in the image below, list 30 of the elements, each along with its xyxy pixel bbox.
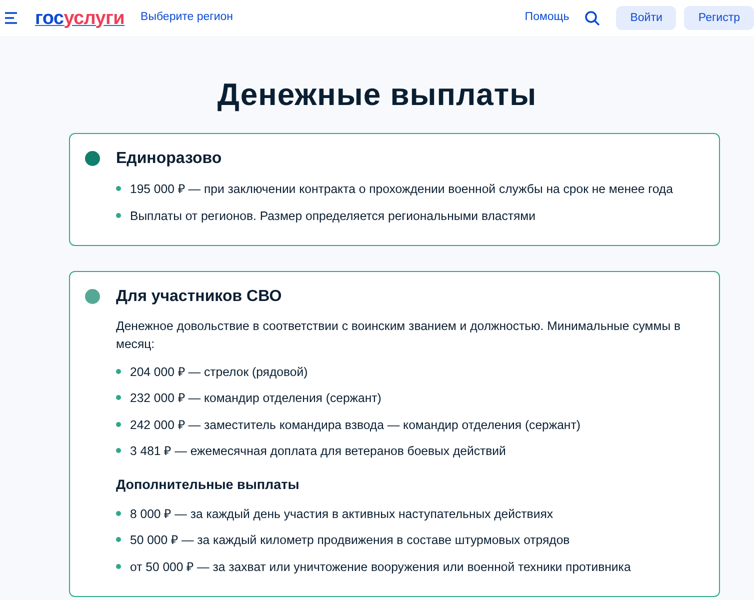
bullet-icon [116, 510, 121, 516]
list-item: 50 000 ₽ — за каждый километр продвижения в составе штурмовых отрядов [130, 532, 570, 550]
list-item: Выплаты от регионов. Размер определяется региональными властями [130, 208, 536, 225]
page-title: Денежные выплаты [216, 76, 538, 114]
bullet-icon [116, 368, 121, 374]
bullet-icon [116, 448, 121, 454]
region-link[interactable]: Выберите регион [140, 9, 234, 27]
bullet-icon [116, 395, 121, 400]
card-title: Единоразово [116, 149, 222, 168]
list-item: 3 481 ₽ — ежемесячная доплата для ветеранов боевых действий [130, 443, 506, 460]
bullet-icon [116, 564, 121, 569]
list-item: 242 000 ₽ — заместитель командира взвода — командир отделения (сержант) [130, 416, 580, 434]
login-button[interactable]: Войти [616, 6, 676, 30]
search-icon[interactable] [585, 10, 600, 26]
bullet-icon [116, 537, 121, 542]
list-item: от 50 000 ₽ — за захват или уничтожение вооружения или военной техники противника [130, 558, 631, 576]
bullet-icon [116, 212, 121, 218]
bullet-icon [116, 186, 121, 192]
register-button[interactable]: Регистр [684, 6, 754, 30]
subheading: Дополнительные выплаты [116, 476, 300, 494]
menu-icon[interactable] [5, 12, 19, 24]
list-item: 232 000 ₽ — командир отделения (сержант) [130, 390, 382, 408]
bullet-icon [116, 422, 121, 427]
card-title: Для участников СВО [116, 287, 282, 306]
list-item: 8 000 ₽ — за каждый день участия в активных наступательных действиях [130, 506, 554, 523]
list-item: 204 000 ₽ — стрелок (рядовой) [130, 364, 308, 381]
list-item: 195 000 ₽ — при заключении контракта о прохождении военной службы на срок не менее года [130, 181, 673, 198]
logo[interactable]: госуслуги [35, 8, 125, 28]
help-link[interactable]: Помощь [524, 9, 570, 27]
paragraph: Денежное довольствие в соответствии с воинским званием и должностью. Минимальные суммы в месяц: [116, 318, 682, 353]
